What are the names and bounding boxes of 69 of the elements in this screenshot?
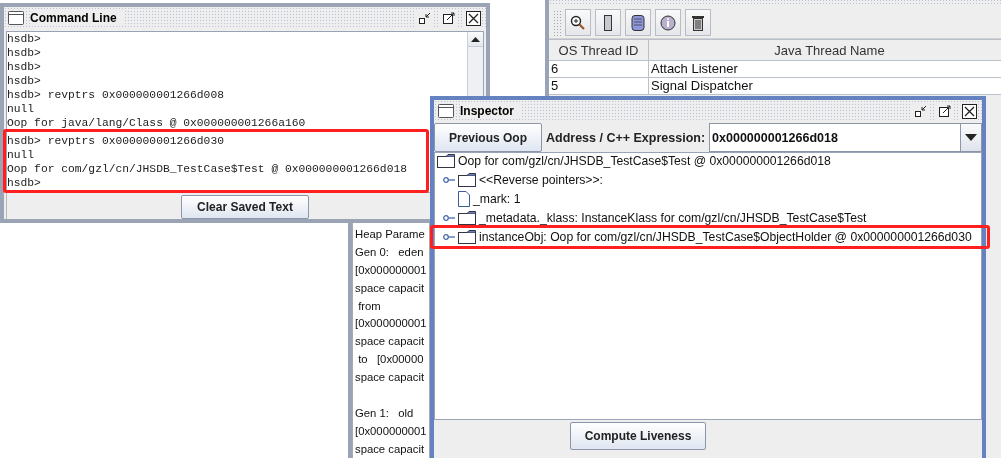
text-line: from	[357, 298, 381, 314]
address-field[interactable]: 0x000000001266d018	[709, 123, 960, 152]
panel-icon	[604, 14, 612, 31]
console-line: hsdb> revptrs 0x000000001266d030	[7, 134, 224, 148]
maximize-button[interactable]	[936, 102, 954, 120]
console-line: hsdb>	[7, 176, 41, 190]
expand-handle-icon[interactable]	[443, 233, 455, 241]
text-line: Heap Parame	[355, 227, 425, 242]
column-header[interactable]: Java Thread Name	[649, 39, 1001, 61]
compute-liveness-button[interactable]: Compute Liveness	[570, 422, 706, 450]
scroll-up-button[interactable]	[468, 32, 483, 47]
maximize-button[interactable]	[440, 9, 458, 27]
toolbar-button[interactable]	[655, 9, 681, 36]
table-cell: 5	[549, 78, 649, 95]
console-line: hsdb> revptrs 0x000000001266d008	[7, 88, 224, 102]
tree-item[interactable]: _metadata._klass: InstanceKlass for com/gzl/cn/JHSDB_TestCase$Test	[443, 210, 867, 226]
text-line: [0x000000001	[355, 423, 427, 439]
folder-icon	[458, 211, 476, 225]
window-icon	[438, 104, 454, 118]
console-line: Oop for java/lang/Class @ 0x000000001266a160	[7, 116, 306, 130]
zoom-in-icon	[570, 14, 586, 31]
dropdown-button[interactable]	[960, 123, 982, 152]
tree-item[interactable]: _mark: 1	[458, 191, 521, 207]
minimize-button[interactable]	[912, 102, 930, 120]
window-icon	[8, 11, 24, 25]
console-line: hsdb>	[7, 60, 41, 74]
text-line: [0x000000001	[355, 316, 427, 332]
up-arrow-icon	[471, 36, 480, 42]
console-line: hsdb>	[7, 32, 41, 46]
column-header[interactable]: OS Thread ID	[549, 39, 649, 61]
text-line: space capacit	[355, 334, 425, 350]
close-button[interactable]	[960, 102, 978, 120]
text-line: to [0x00000	[357, 352, 424, 368]
text-line: space capacit	[355, 280, 425, 296]
expand-handle-icon[interactable]	[443, 176, 455, 184]
file-icon	[458, 191, 470, 207]
text-line: space capacit	[355, 370, 425, 386]
toolbar-button[interactable]	[565, 9, 591, 36]
clear-saved-text-button[interactable]: Clear Saved Text	[181, 195, 309, 219]
console-line: Oop for com/gzl/cn/JHSDB_TestCase$Test @ 0x000000001266d018	[7, 162, 407, 176]
toolbar-button[interactable]	[595, 9, 621, 36]
table-cell: 6	[549, 61, 649, 78]
toolbar-button[interactable]	[625, 9, 651, 36]
tree-item[interactable]: instanceObj: Oop for com/gzl/cn/JHSDB_TestCase$ObjectHolder @ 0x000000001266d030	[443, 229, 972, 245]
console-line: null	[7, 148, 35, 162]
text-line: space capacit	[355, 441, 425, 457]
trash-icon	[692, 14, 704, 31]
table-cell: Signal Dispatcher	[649, 78, 1001, 95]
scroll-icon	[631, 14, 645, 31]
console-line: hsdb>	[7, 74, 41, 88]
caret-icon	[965, 134, 977, 141]
previous-oop-button[interactable]: Previous Oop	[434, 123, 542, 152]
text-line: [0x000000001	[355, 262, 427, 278]
folder-icon	[458, 173, 476, 187]
window-title: Inspector	[460, 104, 520, 118]
tree-item[interactable]: Oop for com/gzl/cn/JHSDB_TestCase$Test @ 0x000000001266d018	[437, 153, 831, 169]
window-title: Command Line	[30, 11, 123, 25]
toolbar-button[interactable]	[685, 9, 711, 36]
table-cell: Attach Listener	[649, 61, 1001, 78]
text-line: Gen 1: old	[355, 405, 414, 421]
expand-handle-icon[interactable]	[443, 214, 455, 222]
console-line: null	[7, 102, 35, 116]
console-line: hsdb>	[7, 46, 41, 60]
text-line: Gen 0: eden	[355, 244, 424, 260]
close-button[interactable]	[464, 9, 482, 27]
address-label: Address / C++ Expression:	[545, 129, 707, 147]
info-icon	[660, 14, 676, 31]
tree-item[interactable]: <<Reverse pointers>>:	[443, 172, 603, 188]
folder-icon	[458, 230, 476, 244]
